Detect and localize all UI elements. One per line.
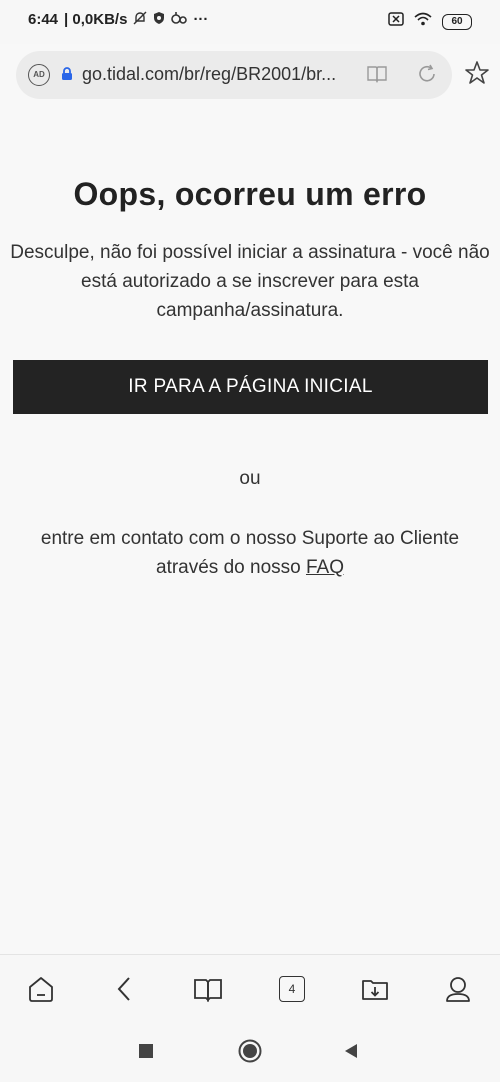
lock-icon[interactable] bbox=[61, 67, 73, 80]
clock: 6:44 bbox=[28, 11, 59, 28]
go-home-button[interactable]: IR PARA A PÁGINA INICIAL bbox=[13, 360, 488, 414]
tabs-button[interactable]: 4 bbox=[277, 974, 307, 1004]
status-bar: 6:44 | 0,0KB/s ··· 60 bbox=[0, 0, 500, 44]
contact-support-text: entre em contato com o nosso Suporte ao … bbox=[10, 524, 490, 582]
system-navigation-bar bbox=[0, 1020, 500, 1082]
more-notifications-icon: ··· bbox=[193, 11, 209, 28]
no-sim-icon bbox=[388, 12, 404, 31]
back-triangle-icon[interactable] bbox=[343, 1043, 359, 1059]
browser-toolbar: 4 bbox=[0, 954, 500, 1021]
muted-bell-icon bbox=[133, 11, 147, 28]
profile-icon[interactable] bbox=[443, 974, 473, 1004]
battery-indicator: 60 bbox=[442, 13, 472, 30]
or-separator: ou bbox=[239, 468, 261, 489]
app-notification-icon bbox=[171, 11, 188, 28]
contact-text: entre em contato com o nosso Suporte ao … bbox=[40, 528, 460, 578]
status-right: 60 bbox=[388, 12, 472, 31]
adblock-icon[interactable]: AD bbox=[28, 64, 50, 86]
error-description: Desculpe, não foi possível iniciar a ass… bbox=[10, 242, 490, 321]
home-circle-icon[interactable] bbox=[238, 1039, 262, 1063]
url-text[interactable]: go.tidal.com/br/reg/BR2001/br... bbox=[82, 64, 362, 85]
address-bar[interactable]: AD go.tidal.com/br/reg/BR2001/br... bbox=[16, 51, 452, 99]
reader-mode-icon[interactable] bbox=[366, 64, 388, 84]
wifi-icon bbox=[414, 12, 432, 31]
network-speed: | 0,0KB/s bbox=[64, 11, 128, 28]
downloads-folder-icon[interactable] bbox=[360, 974, 390, 1004]
back-icon[interactable] bbox=[110, 974, 140, 1004]
error-title: Oops, ocorreu um erro bbox=[73, 176, 427, 212]
shield-icon bbox=[153, 11, 165, 28]
reload-icon[interactable] bbox=[416, 63, 438, 85]
bookmark-star-icon[interactable] bbox=[464, 60, 490, 86]
home-icon[interactable] bbox=[26, 974, 56, 1004]
bookmarks-book-icon[interactable] bbox=[193, 974, 223, 1004]
status-left: 6:44 | 0,0KB/s ··· bbox=[28, 11, 208, 28]
recents-square-icon[interactable] bbox=[139, 1044, 153, 1058]
tab-count: 4 bbox=[279, 976, 305, 1002]
faq-link[interactable]: FAQ bbox=[306, 557, 344, 578]
page-content: Oops, ocorreu um erro Desculpe, não foi … bbox=[0, 112, 500, 954]
